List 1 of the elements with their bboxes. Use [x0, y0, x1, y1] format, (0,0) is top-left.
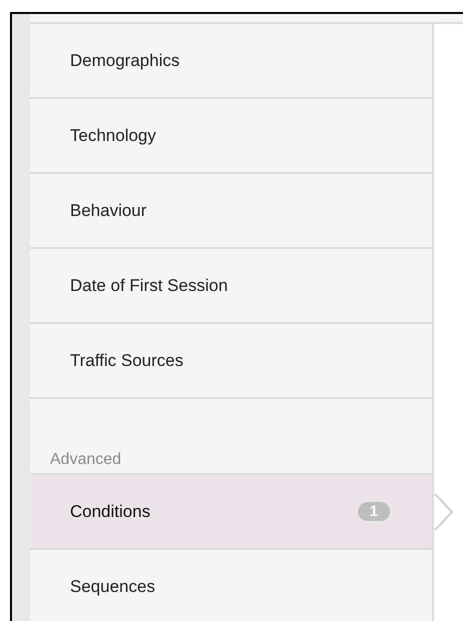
count-badge: 1	[358, 502, 390, 521]
